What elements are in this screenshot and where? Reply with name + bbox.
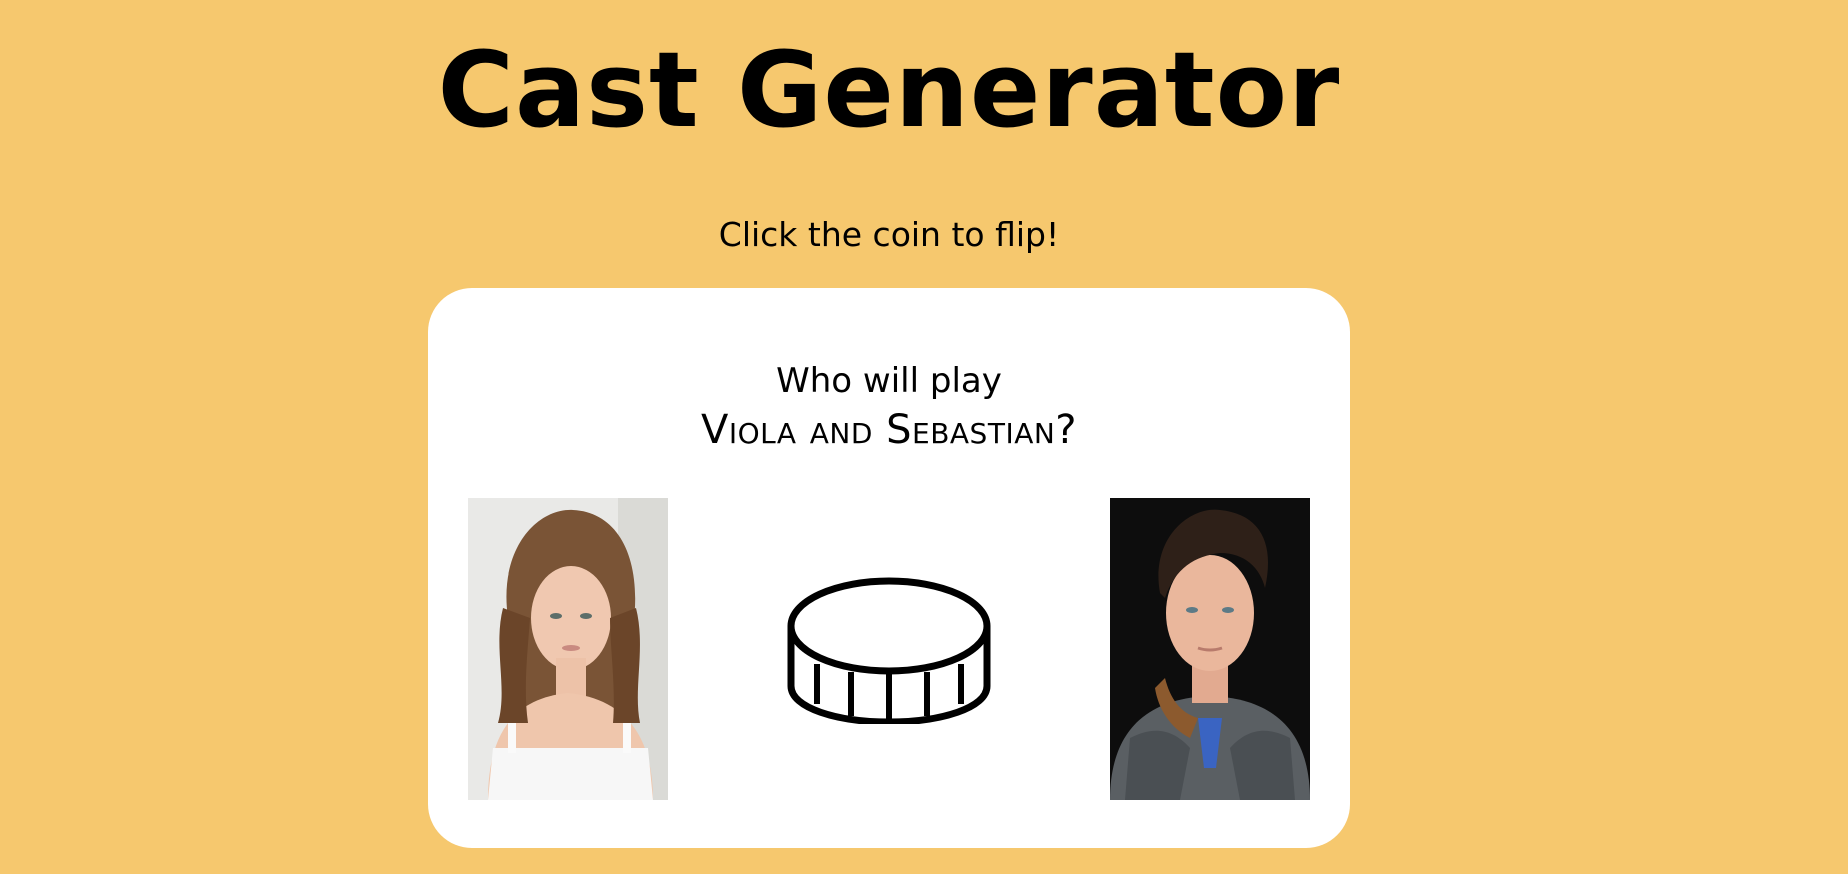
actor-left-portrait: [468, 498, 668, 800]
actor-right-portrait: [1110, 498, 1310, 800]
question: Who will play Viola and Sebastian?: [428, 360, 1350, 458]
page-title: Cast Generator: [437, 29, 1341, 151]
coin-icon[interactable]: [787, 576, 991, 724]
question-prefix: Who will play: [776, 361, 1002, 401]
question-roles: Viola and Sebastian?: [700, 407, 1078, 453]
portrait-photo-icon: [468, 498, 668, 800]
cast-card: Who will play Viola and Sebastian?: [428, 288, 1350, 848]
page: Cast Generator Click the coin to flip! W…: [0, 0, 1848, 874]
flip-instruction: Click the coin to flip!: [718, 215, 1060, 254]
portrait-photo-icon: [1110, 498, 1310, 800]
